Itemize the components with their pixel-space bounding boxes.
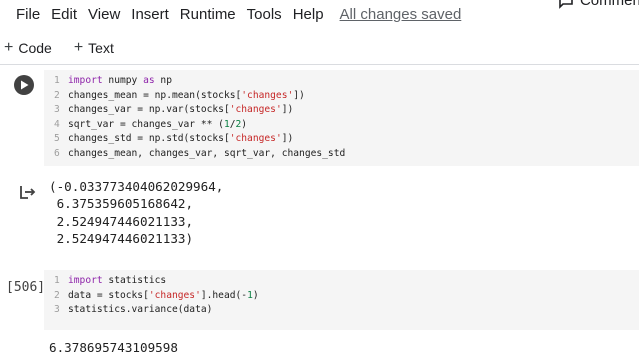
execution-count: [506]: [6, 280, 46, 295]
code-token: data = stocks[: [68, 289, 149, 301]
code-token: numpy: [102, 75, 144, 86]
line-number: 3: [54, 304, 60, 316]
code-token: import: [68, 75, 103, 86]
menu-edit[interactable]: Edit: [51, 6, 77, 23]
play-icon: [20, 80, 28, 90]
code-line: 2 data = stocks['changes'].head(-1): [54, 289, 259, 304]
line-number: 5: [54, 133, 60, 145]
code-token: 'changes': [229, 133, 282, 145]
menu-file[interactable]: File: [16, 6, 40, 23]
menu-runtime[interactable]: Runtime: [180, 6, 236, 23]
code-token: np: [154, 75, 172, 86]
code-token: 'changes': [148, 289, 201, 301]
output-arrow-icon: [20, 186, 36, 199]
code-token: ): [241, 118, 248, 130]
code-line: 2 changes_mean = np.mean(stocks['changes'…: [54, 89, 345, 104]
code-token: ].head(-: [200, 289, 248, 301]
code-token: changes_mean, changes_var, sqrt_var, cha…: [68, 147, 346, 159]
code-token: ]): [293, 89, 305, 101]
code-token: statistics.variance(data): [68, 304, 213, 316]
comment-button[interactable]: Comment: [558, 0, 639, 9]
code-token: ): [252, 289, 259, 301]
code-line: 3 statistics.variance(data): [54, 303, 259, 318]
code-cell-editor[interactable]: 1 import numpy as np 2 changes_mean = np.me…: [44, 70, 639, 166]
output-line: 2.524947446021133): [49, 231, 194, 247]
code-token: sqrt_var = changes_var ** (: [68, 118, 224, 130]
code-line: 4 sqrt_var = changes_var ** (1/2): [54, 118, 345, 133]
add-code-label: Code: [18, 40, 52, 56]
code-token: ]): [281, 104, 294, 116]
comment-label: Comment: [579, 0, 639, 9]
menu-bar: File Edit View Insert Runtime Tools Help…: [0, 0, 639, 28]
code-line: 5 changes_std = np.std(stocks['changes']): [54, 132, 345, 147]
code-token: import: [68, 275, 103, 286]
comment-icon: [559, 0, 573, 9]
code-token: as: [143, 75, 155, 86]
line-number: 1: [54, 75, 60, 86]
code-line: 1 import numpy as np: [54, 74, 345, 89]
plus-icon: +: [73, 39, 84, 56]
code-line: 6 changes_mean, changes_var, sqrt_var, ch…: [54, 147, 345, 162]
menu-tools[interactable]: Tools: [247, 6, 282, 23]
output-line: (-0.033773404062029964,: [49, 179, 224, 194]
toolbar-divider: [0, 64, 639, 65]
code-token: changes_var = np.var(stocks[: [68, 104, 230, 116]
code-line: 3 changes_var = np.var(stocks['changes']): [54, 103, 345, 118]
plus-icon: +: [4, 39, 14, 56]
line-number: 2: [54, 289, 60, 301]
menu-view[interactable]: View: [88, 6, 120, 23]
add-text-label: Text: [88, 40, 114, 56]
toolbar: + Code + Text: [0, 36, 639, 60]
line-number: 2: [54, 89, 60, 101]
cell-output: 6.378695743109598: [49, 340, 178, 355]
run-cell-button[interactable]: [14, 75, 34, 95]
code-token: 'changes': [229, 104, 282, 116]
code-token: changes_mean = np.mean(stocks[: [68, 89, 242, 101]
code-token: ]): [281, 133, 294, 145]
line-number: 3: [54, 104, 60, 116]
add-text-button[interactable]: + Text: [73, 39, 114, 57]
output-line: 2.524947446021133,: [49, 213, 194, 229]
code-token: 'changes': [241, 89, 294, 101]
code-token: changes_std = np.std(stocks[: [68, 133, 230, 145]
menu-help[interactable]: Help: [293, 6, 324, 23]
save-status-link[interactable]: All changes saved: [340, 6, 462, 23]
code-line: 1 import statistics: [54, 274, 259, 289]
line-number: 6: [54, 147, 60, 159]
code-cell-editor[interactable]: 1 import statistics 2 data = stocks['change…: [44, 270, 639, 330]
add-code-button[interactable]: + Code: [4, 39, 52, 57]
output-line: 6.375359605168642,: [49, 196, 194, 212]
cell-output: (-0.033773404062029964, 6.37535960516864…: [49, 178, 223, 248]
menu-insert[interactable]: Insert: [131, 6, 169, 23]
line-number: 4: [54, 118, 60, 130]
code-token: statistics: [102, 275, 167, 286]
line-number: 1: [54, 275, 60, 286]
